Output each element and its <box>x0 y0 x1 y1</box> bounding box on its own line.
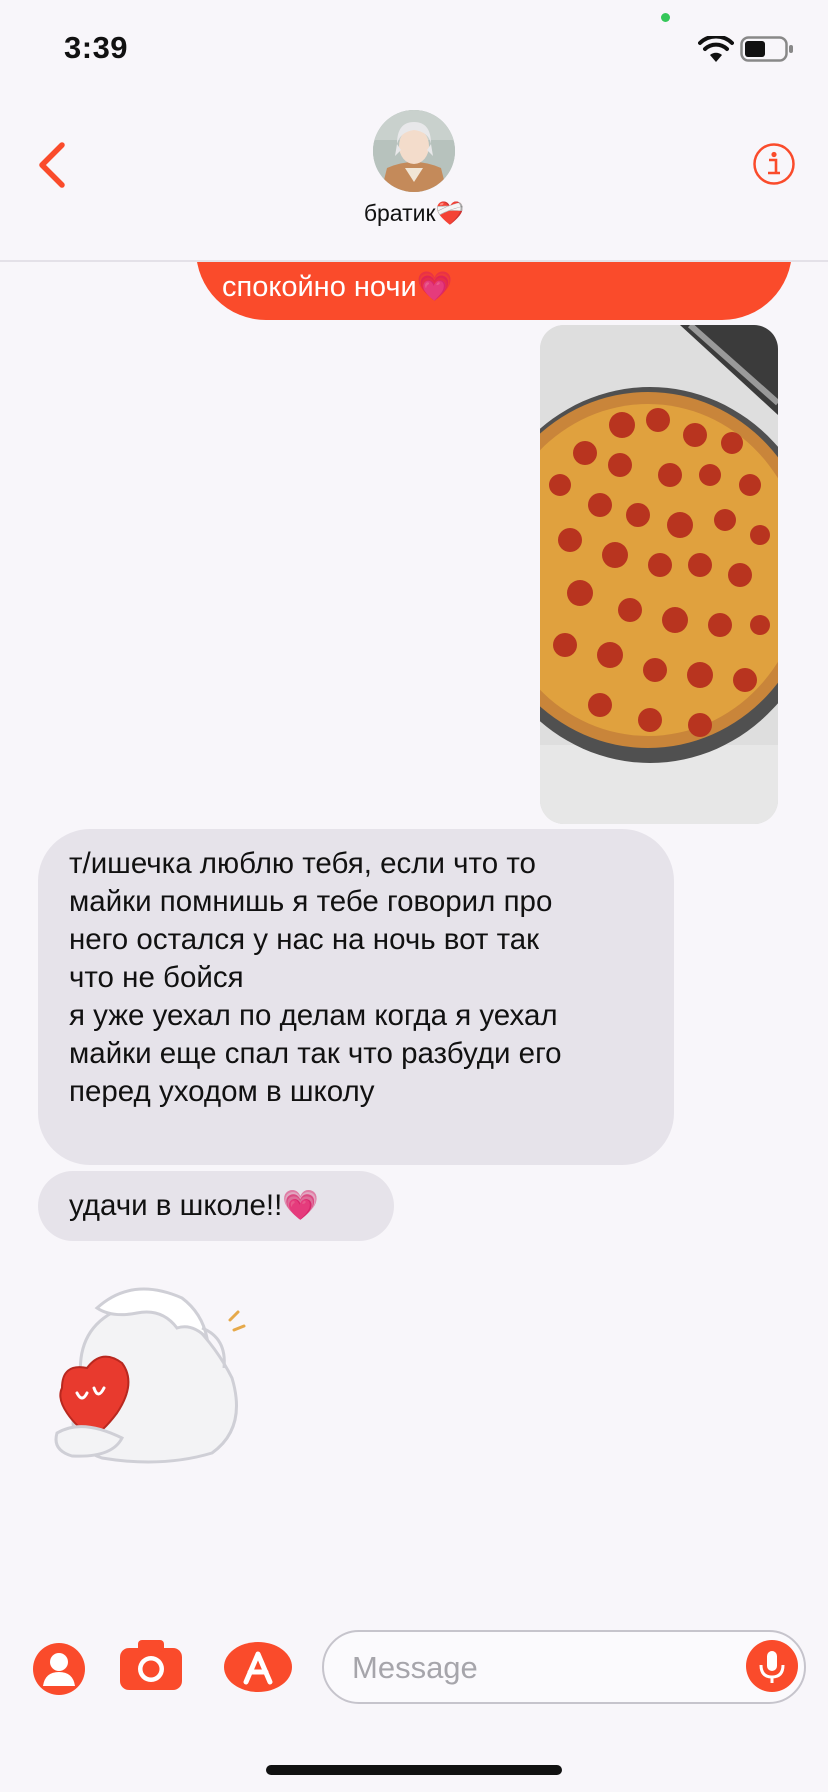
message-placeholder: Message <box>352 1650 478 1685</box>
message-line: я уже уехал по делам когда я уехал <box>69 999 558 1032</box>
camera-in-use-indicator <box>661 13 670 22</box>
message-text: спокойно ночи💗 <box>222 271 453 303</box>
dog-heart-sticker[interactable] <box>52 1268 252 1468</box>
message-line: что не бойся <box>69 961 244 994</box>
conversation-header: братик❤️‍🩹 <box>0 100 828 262</box>
message-line: него остался у нас на ночь вот так <box>69 923 540 956</box>
incoming-message-bubble[interactable]: удачи в школе!!💗 <box>38 1171 394 1241</box>
message-line: майки еще спал так что разбуди его <box>69 1037 562 1070</box>
status-bar: 3:39 <box>0 0 828 100</box>
contact-name[interactable]: братик❤️‍🩹 <box>0 200 828 227</box>
wifi-icon <box>698 36 734 62</box>
microphone-button[interactable] <box>746 1640 798 1692</box>
microphone-icon <box>759 1651 785 1683</box>
message-text: удачи в школе!!💗 <box>69 1189 320 1222</box>
contact-share-icon[interactable] <box>32 1642 86 1696</box>
incoming-message-bubble[interactable]: т/ишечка люблю тебя, если что то майки п… <box>38 829 674 1165</box>
back-chevron-icon[interactable] <box>34 140 70 190</box>
status-time: 3:39 <box>64 30 129 65</box>
contact-avatar[interactable] <box>373 110 455 192</box>
message-line: т/ишечка люблю тебя, если что то <box>69 847 536 880</box>
message-line: майки помнишь я тебе говорил про <box>69 885 553 918</box>
message-line: перед уходом в школу <box>69 1075 375 1108</box>
compose-bar: Message <box>0 1600 828 1792</box>
message-input[interactable]: Message <box>322 1630 806 1704</box>
info-icon[interactable] <box>752 142 796 186</box>
pizza-photo-message[interactable] <box>540 325 778 824</box>
app-store-icon[interactable] <box>222 1640 294 1694</box>
camera-icon[interactable] <box>118 1638 184 1692</box>
pizza-image <box>540 325 778 824</box>
home-indicator[interactable] <box>266 1765 562 1775</box>
avatar-portrait-image <box>373 110 455 192</box>
battery-icon <box>740 36 793 62</box>
